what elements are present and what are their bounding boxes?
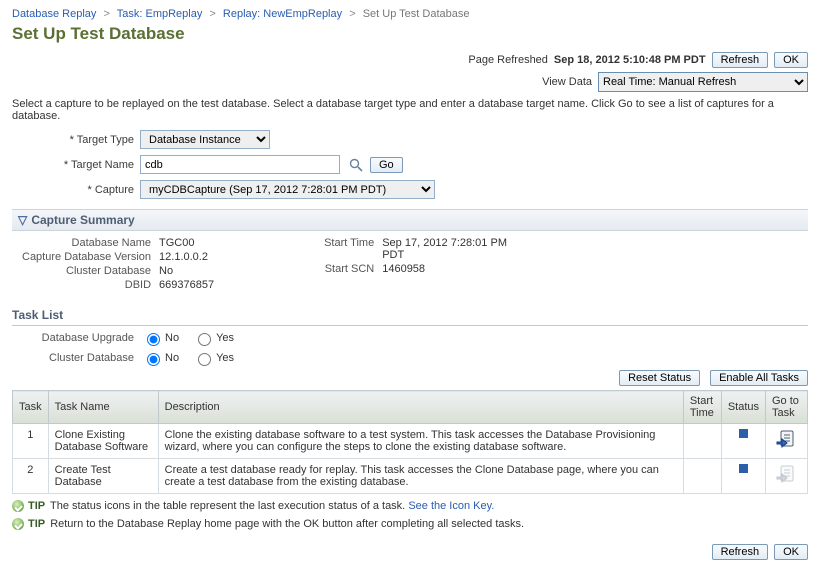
twisty-icon: ▽ — [18, 213, 28, 227]
breadcrumb-link[interactable]: Database Replay — [12, 8, 96, 20]
status-square-icon — [739, 464, 748, 473]
cell-task-num: 1 — [13, 424, 49, 459]
page-refreshed-time: Sep 18, 2012 5:10:48 PM PDT — [554, 54, 706, 66]
table-header-row: Task Task Name Description Start Time St… — [13, 391, 808, 424]
go-to-task-icon[interactable] — [776, 429, 798, 449]
tip-row: TIP Return to the Database Replay home p… — [12, 518, 808, 530]
breadcrumb-link[interactable]: Replay: NewEmpReplay — [223, 8, 342, 20]
db-upgrade-no-radio[interactable] — [147, 333, 160, 346]
table-row: 2 Create Test Database Create a test dat… — [13, 459, 808, 494]
task-list-head: Task List — [12, 305, 808, 326]
status-square-icon — [739, 429, 748, 438]
view-data-select[interactable]: Real Time: Manual Refresh — [598, 72, 808, 92]
col-go-to-task: Go to Task — [766, 391, 808, 424]
summary-key: Start Time — [324, 237, 374, 261]
cell-task-desc: Clone the existing database software to … — [158, 424, 683, 459]
cell-task-name: Clone Existing Database Software — [48, 424, 158, 459]
summary-val: TGC00 — [159, 237, 214, 249]
summary-val: 669376857 — [159, 279, 214, 291]
db-upgrade-yes-radio[interactable] — [198, 333, 211, 346]
target-name-input[interactable] — [140, 155, 340, 174]
capture-summary-head[interactable]: ▽ Capture Summary — [12, 209, 808, 231]
summary-key: DBID — [22, 279, 151, 291]
db-upgrade-label: Database Upgrade — [32, 332, 142, 344]
db-upgrade-yes[interactable]: Yes — [193, 330, 234, 346]
reset-status-button[interactable]: Reset Status — [619, 370, 700, 386]
breadcrumb-link[interactable]: Task: EmpReplay — [117, 8, 203, 20]
cell-task-num: 2 — [13, 459, 49, 494]
col-start-time: Start Time — [683, 391, 721, 424]
db-upgrade-no[interactable]: No — [142, 330, 179, 346]
tip-row: TIP The status icons in the table repres… — [12, 500, 808, 512]
cell-go-to-task[interactable] — [766, 424, 808, 459]
tip-label: TIP — [28, 500, 45, 512]
col-task-name: Task Name — [48, 391, 158, 424]
cell-go-to-task[interactable] — [766, 459, 808, 494]
check-icon — [12, 518, 24, 530]
capture-summary-title: Capture Summary — [31, 213, 134, 227]
breadcrumb-sep: > — [103, 8, 109, 20]
cell-status — [721, 459, 765, 494]
top-status-row: Page Refreshed Sep 18, 2012 5:10:48 PM P… — [12, 52, 808, 68]
cluster-db-no-radio[interactable] — [147, 353, 160, 366]
page-title: Set Up Test Database — [12, 24, 808, 44]
icon-key-link[interactable]: See the Icon Key. — [408, 500, 494, 512]
summary-val: No — [159, 265, 214, 277]
tasks-table: Task Task Name Description Start Time St… — [12, 390, 808, 494]
page-refreshed-label: Page Refreshed — [468, 54, 548, 66]
capture-label: Capture — [12, 184, 140, 196]
tip-text: The status icons in the table represent … — [50, 500, 405, 512]
refresh-button-footer[interactable]: Refresh — [712, 544, 769, 560]
target-type-select[interactable]: Database Instance — [140, 130, 270, 149]
go-button[interactable]: Go — [370, 157, 403, 173]
capture-summary-body: Database Name TGC00 Capture Database Ver… — [12, 231, 808, 297]
cell-task-desc: Create a test database ready for replay.… — [158, 459, 683, 494]
intro-text: Select a capture to be replayed on the t… — [12, 98, 808, 122]
summary-val: 12.1.0.0.2 — [159, 251, 214, 263]
col-task: Task — [13, 391, 49, 424]
target-name-label: Target Name — [12, 159, 140, 171]
enable-all-tasks-button[interactable]: Enable All Tasks — [710, 370, 808, 386]
summary-key: Start SCN — [324, 263, 374, 275]
summary-key: Database Name — [22, 237, 151, 249]
view-data-label: View Data — [542, 76, 592, 88]
breadcrumb-current: Set Up Test Database — [363, 8, 470, 20]
summary-key: Capture Database Version — [22, 251, 151, 263]
breadcrumb-sep: > — [349, 8, 355, 20]
check-icon — [12, 500, 24, 512]
col-status: Status — [721, 391, 765, 424]
summary-key: Cluster Database — [22, 265, 151, 277]
capture-select[interactable]: myCDBCapture (Sep 17, 2012 7:28:01 PM PD… — [140, 180, 435, 199]
cluster-db-yes-radio[interactable] — [198, 353, 211, 366]
search-icon[interactable] — [348, 157, 364, 173]
cluster-db-label: Cluster Database — [32, 352, 142, 364]
cell-start-time — [683, 459, 721, 494]
cluster-db-yes[interactable]: Yes — [193, 350, 234, 366]
cell-start-time — [683, 424, 721, 459]
target-type-label: Target Type — [12, 134, 140, 146]
col-description: Description — [158, 391, 683, 424]
cell-task-name: Create Test Database — [48, 459, 158, 494]
summary-val: 1460958 — [382, 263, 522, 275]
go-to-task-icon-disabled[interactable] — [776, 464, 798, 484]
breadcrumb-sep: > — [209, 8, 215, 20]
ok-button-footer[interactable]: OK — [774, 544, 808, 560]
refresh-button[interactable]: Refresh — [712, 52, 769, 68]
tip-label: TIP — [28, 518, 45, 530]
summary-val: Sep 17, 2012 7:28:01 PM PDT — [382, 237, 522, 261]
tip-text: Return to the Database Replay home page … — [50, 518, 524, 530]
cell-status — [721, 424, 765, 459]
cluster-db-no[interactable]: No — [142, 350, 179, 366]
table-row: 1 Clone Existing Database Software Clone… — [13, 424, 808, 459]
breadcrumb: Database Replay > Task: EmpReplay > Repl… — [12, 8, 808, 20]
ok-button[interactable]: OK — [774, 52, 808, 68]
